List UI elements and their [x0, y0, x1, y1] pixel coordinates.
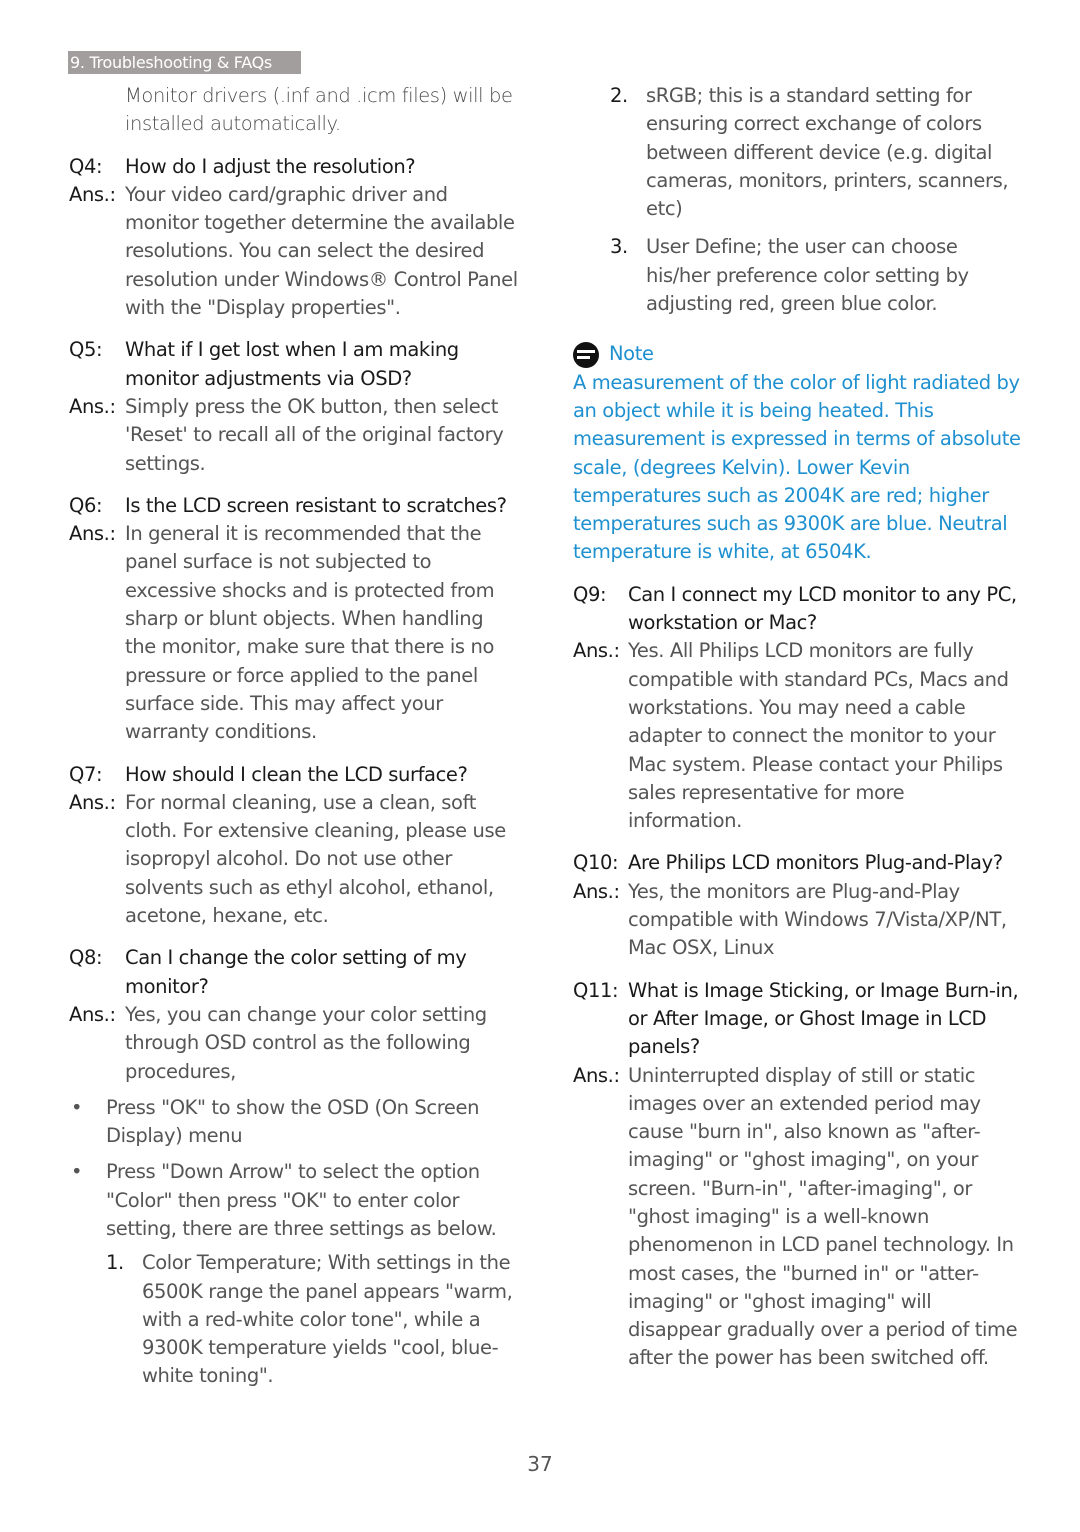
faq-q8: Q8: Can I change the color setting of my …: [69, 944, 519, 1085]
numbered-item: 2. sRGB; this is a standard setting for e…: [610, 84, 1009, 221]
bullet-icon: •: [71, 1095, 83, 1119]
question: Q7: How should I clean the LCD surface?: [69, 762, 468, 786]
left-column: Monitor drivers (.inf and .icm files) wi…: [69, 82, 519, 1391]
answer: Ans.: Yes. All Philips LCD monitors are f…: [573, 639, 1009, 833]
intro-text: Monitor drivers (.inf and .icm files) wi…: [125, 84, 513, 136]
faq-q4: Q4: How do I adjust the resolution? Ans.:…: [69, 153, 519, 323]
question: Q9: Can I connect my LCD monitor to any P…: [573, 582, 1017, 635]
faq-q7: Q7: How should I clean the LCD surface? A…: [69, 761, 519, 931]
answer: Ans.: Yes, you can change your color sett…: [69, 1002, 487, 1083]
numbered-item: 1. Color Temperature; With settings in th…: [106, 1251, 513, 1388]
faq-q5: Q5: What if I get lost when I am making m…: [69, 336, 519, 477]
answer: Ans.: For normal cleaning, use a clean, s…: [69, 790, 506, 928]
faq-q9: Q9: Can I connect my LCD monitor to any P…: [573, 581, 1023, 836]
question: Q4: How do I adjust the resolution?: [69, 154, 416, 178]
page-number: 37: [527, 1452, 553, 1476]
question: Q6: Is the LCD screen resistant to scratc…: [69, 493, 507, 517]
answer: Ans.: Yes, the monitors are Plug-and-Play…: [573, 879, 1007, 960]
question: Q11: What is Image Sticking, or Image Bur…: [573, 978, 1019, 1059]
faq-q10: Q10: Are Philips LCD monitors Plug-and-Pl…: [573, 849, 1023, 962]
answer: Ans.: In general it is recommended that t…: [69, 522, 495, 744]
note-icon: [573, 341, 599, 368]
question: Q10: Are Philips LCD monitors Plug-and-Pl…: [573, 851, 1003, 875]
note-body: A measurement of the color of light radi…: [573, 370, 1021, 564]
bullet-item: • Press "Down Arrow" to select the option…: [71, 1160, 497, 1240]
section-tab: 9. Troubleshooting & FAQs: [68, 51, 301, 74]
faq-q6: Q6: Is the LCD screen resistant to scratc…: [69, 492, 519, 747]
bullet-icon: •: [71, 1160, 83, 1184]
note-heading: Note: [573, 340, 1023, 368]
numbered-item: 3. User Define; the user can choose his/h…: [610, 235, 969, 316]
bullet-item: • Press "OK" to show the OSD (On Screen D…: [71, 1095, 480, 1148]
answer: Ans.: Uninterrupted display of still or s…: [573, 1063, 1018, 1370]
answer: Ans.: Your video card/graphic driver and …: [69, 182, 518, 320]
right-column: 2. sRGB; this is a standard setting for e…: [573, 82, 1023, 1373]
question: Q8: Can I change the color setting of my …: [69, 946, 467, 998]
faq-q11: Q11: What is Image Sticking, or Image Bur…: [573, 977, 1023, 1373]
question: Q5: What if I get lost when I am making m…: [69, 338, 459, 390]
answer: Ans.: Simply press the OK button, then se…: [69, 394, 504, 475]
